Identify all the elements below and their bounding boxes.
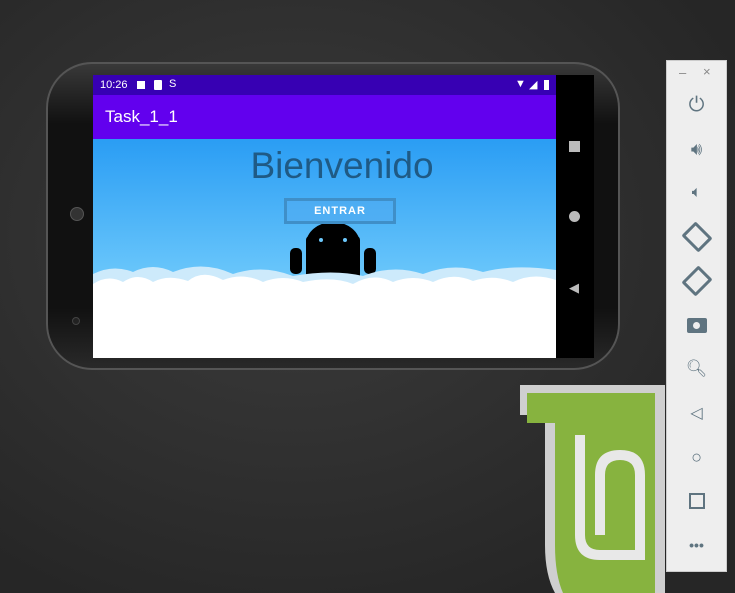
app-title: Task_1_1 [105,107,178,126]
navigation-bar: ◀ [556,75,594,358]
back-button[interactable]: ◀ [569,280,579,296]
welcome-heading: Bienvenido [250,145,434,186]
linux-mint-logo [520,385,665,593]
power-icon[interactable]: ⏻ [667,90,726,120]
overview-icon[interactable] [667,486,726,516]
android-clouds-image [93,224,556,358]
minimize-button[interactable]: – [679,65,686,80]
enter-button[interactable]: ENTRAR [284,198,396,224]
camera-icon[interactable] [667,310,726,340]
more-icon[interactable]: ••• [667,530,726,560]
notification-s-icon: S [169,78,177,90]
wifi-icon: ▼ [515,78,526,90]
sensor-icon [72,317,80,325]
home-icon[interactable]: ○ [667,442,726,472]
overview-button[interactable] [569,141,580,152]
status-time: 10:26 [100,79,128,91]
device-screen[interactable]: 10:26 S ▼ ◢ Task_1_1 Bienvenido ENTRAR [93,75,556,358]
battery-icon [544,80,549,90]
volume-up-icon[interactable]: 🔊︎ [667,134,726,164]
volume-down-icon[interactable]: 🔈︎ [667,178,726,208]
home-button[interactable] [569,211,580,222]
speaker-icon [70,207,84,221]
zoom-icon[interactable]: 🔍︎ [667,354,726,384]
signal-icon: ◢ [529,79,538,91]
back-icon[interactable]: ◁ [667,398,726,428]
rotate-left-icon[interactable] [667,221,726,253]
sd-card-icon [154,80,162,90]
app-bar: Task_1_1 [93,95,556,139]
emulator-toolbar: – × ⏻ 🔊︎ 🔈︎ 🔍︎ ◁ ○ ••• [666,60,727,572]
main-content: Bienvenido ENTRAR [93,139,556,358]
close-button[interactable]: × [703,64,711,79]
status-bar: 10:26 S ▼ ◢ [93,75,556,95]
notification-icon [137,81,145,89]
rotate-right-icon[interactable] [667,265,726,297]
